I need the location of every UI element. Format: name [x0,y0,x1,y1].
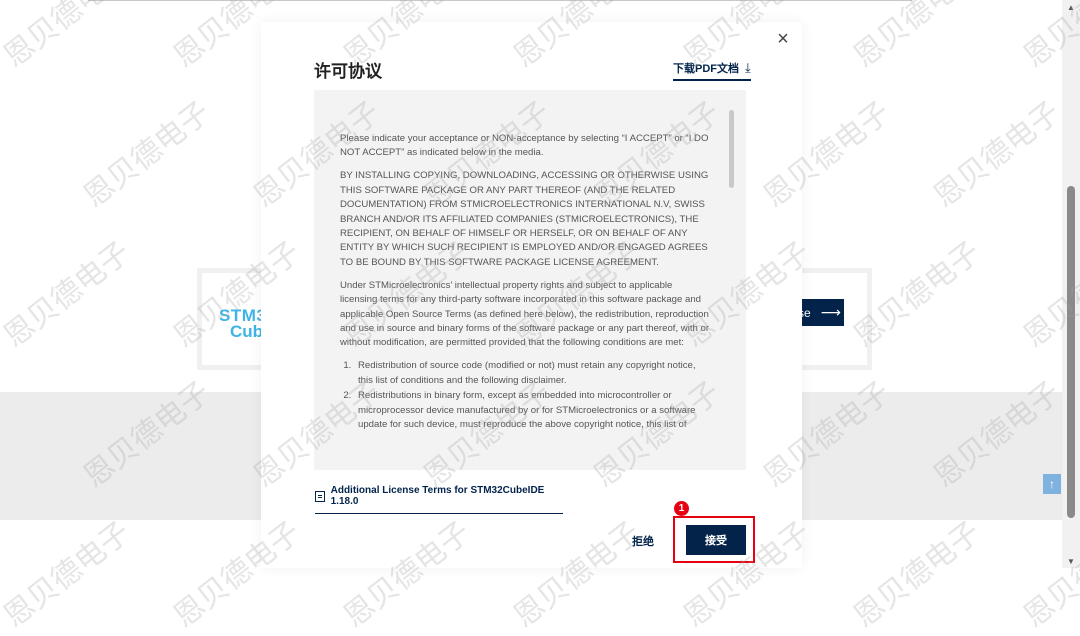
step-number-badge: 1 [674,501,689,516]
modal-title: 许可协议 [314,62,382,81]
license-paragraph: Under STMicroelectronics’ intellectual p… [340,279,710,349]
license-condition: Redistributions in binary form, except a… [354,389,712,432]
scroll-down-arrow-icon[interactable]: ▼ [1062,554,1080,568]
accept-button[interactable]: 接受 [686,525,746,555]
additional-license-terms-label: Additional License Terms for STM32CubeID… [330,485,545,507]
license-paragraph: BY INSTALLING COPYING, DOWNLOADING, ACCE… [340,170,709,268]
license-text-box[interactable]: Please indicate your acceptance or NON-a… [314,90,746,470]
reject-button[interactable]: 拒绝 [632,533,654,549]
scroll-to-top-button[interactable]: ↑ [1043,474,1061,494]
page-scrollbar[interactable]: ▲ ▼ [1062,0,1080,568]
close-icon[interactable]: × [774,29,792,49]
license-scrollbar-thumb[interactable] [729,110,734,188]
arrow-right-icon: ⟶ [820,304,841,320]
license-condition: Redistribution of source code (modified … [354,359,712,388]
download-pdf-label: 下载PDF文档 [673,63,739,75]
scrollbar-thumb[interactable] [1067,186,1075,518]
document-icon [315,490,325,502]
license-text: Please indicate your acceptance or NON-a… [340,132,712,434]
license-conditions-list: Redistribution of source code (modified … [340,359,712,432]
license-paragraph: Please indicate your acceptance or NON-a… [340,133,709,159]
download-pdf-link[interactable]: 下载PDF文档 ⤓ [673,60,751,81]
arrow-up-icon: ↑ [1049,477,1055,491]
top-divider [88,0,912,1]
download-icon: ⤓ [745,60,751,75]
scroll-up-arrow-icon[interactable]: ▲ [1062,0,1080,14]
additional-license-terms-link[interactable]: Additional License Terms for STM32CubeID… [315,485,563,514]
